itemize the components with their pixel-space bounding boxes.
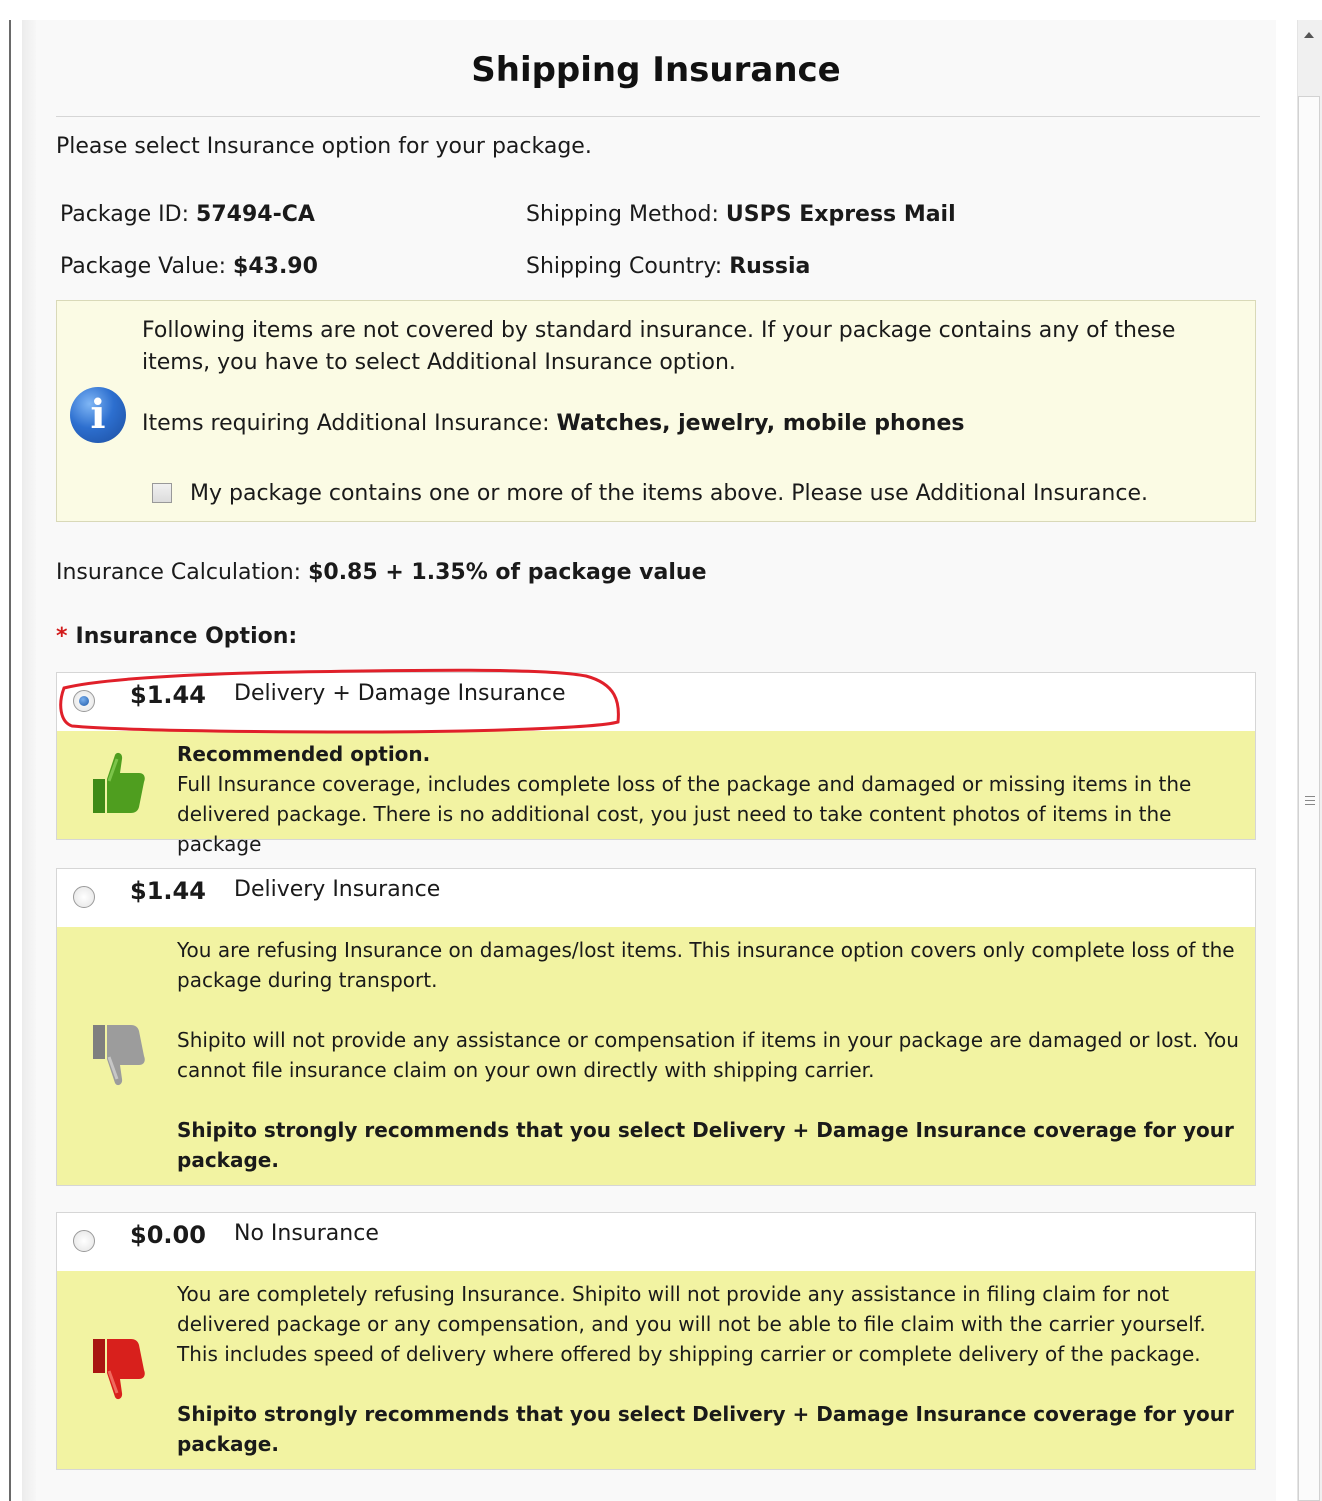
page-title: Shipping Insurance xyxy=(471,50,841,90)
option-delivery-price: $1.44 xyxy=(130,877,206,905)
option-no-insurance-radio[interactable] xyxy=(73,1230,95,1252)
option-delivery-desc-2: Shipito will not provide any assistance … xyxy=(177,1028,1239,1082)
package-id-label: Package ID: xyxy=(60,202,190,227)
package-id: Package ID: 57494-CA xyxy=(60,202,315,227)
shipping-method-value: USPS Express Mail xyxy=(725,202,956,227)
insurance-calculation-label: Insurance Calculation: xyxy=(56,560,302,585)
required-star: * xyxy=(56,624,68,649)
info-icon: i xyxy=(70,387,126,443)
notice-items-value: Watches, jewelry, mobile phones xyxy=(556,411,965,436)
window-edge xyxy=(9,20,11,1501)
option-no-insurance-price: $0.00 xyxy=(130,1221,206,1249)
shipping-country-value: Russia xyxy=(729,254,811,279)
notice-items-label: Items requiring Additional Insurance: xyxy=(142,411,550,436)
option-delivery-radio[interactable] xyxy=(73,886,95,908)
insurance-calculation: Insurance Calculation: $0.85 + 1.35% of … xyxy=(56,560,707,585)
additional-insurance-notice: i Following items are not covered by sta… xyxy=(56,300,1256,522)
option-delivery-header[interactable]: $1.44 Delivery Insurance xyxy=(57,869,1255,927)
thumbs-down-red-icon xyxy=(93,1339,145,1400)
window-shadow xyxy=(22,20,36,1501)
option-delivery[interactable]: $1.44 Delivery Insurance You are refusin… xyxy=(56,868,1256,1186)
option-no-insurance-name[interactable]: No Insurance xyxy=(234,1221,379,1246)
shipping-method: Shipping Method: USPS Express Mail xyxy=(526,202,956,227)
intro-text: Please select Insurance option for your … xyxy=(56,134,592,159)
option-delivery-damage-text: Recommended option. Full Insurance cover… xyxy=(177,739,1239,859)
package-id-value: 57494-CA xyxy=(196,202,315,227)
option-no-insurance-description: You are completely refusing Insurance. S… xyxy=(57,1271,1255,1469)
insurance-option-heading: * Insurance Option: xyxy=(56,624,297,649)
option-no-insurance-header[interactable]: $0.00 No Insurance xyxy=(57,1213,1255,1271)
option-delivery-name[interactable]: Delivery Insurance xyxy=(234,877,440,902)
shipping-country-label: Shipping Country: xyxy=(526,254,723,279)
option-no-insurance[interactable]: $0.00 No Insurance You are completely re… xyxy=(56,1212,1256,1470)
package-value-label: Package Value: xyxy=(60,254,227,279)
shipping-country: Shipping Country: Russia xyxy=(526,254,810,279)
additional-insurance-checkbox-label[interactable]: My package contains one or more of the i… xyxy=(190,481,1148,506)
option-no-insurance-warning-text: Shipito strongly recommends that you sel… xyxy=(177,1402,1234,1456)
shipping-insurance-dialog: Shipping Insurance Please select Insuran… xyxy=(36,20,1276,1501)
option-delivery-warning-text: Shipito strongly recommends that you sel… xyxy=(177,1118,1234,1172)
option-delivery-damage-desc: Full Insurance coverage, includes comple… xyxy=(177,772,1192,856)
notice-items: Items requiring Additional Insurance: Wa… xyxy=(142,411,964,436)
option-delivery-warning: Shipito strongly recommends that you sel… xyxy=(177,1115,1239,1175)
thumbs-up-icon xyxy=(93,752,145,813)
option-delivery-description: You are refusing Insurance on damages/lo… xyxy=(57,927,1255,1185)
shipping-method-label: Shipping Method: xyxy=(526,202,719,227)
option-delivery-desc-1: You are refusing Insurance on damages/lo… xyxy=(177,938,1235,992)
option-no-insurance-desc: You are completely refusing Insurance. S… xyxy=(177,1282,1206,1366)
scrollbar-grip-icon xyxy=(1305,796,1315,806)
package-value: Package Value: $43.90 xyxy=(60,254,318,279)
scroll-up-arrow-icon[interactable] xyxy=(1304,32,1314,38)
thumbs-down-gray-icon xyxy=(93,1025,145,1086)
title-divider xyxy=(56,116,1260,117)
insurance-calculation-value: $0.85 + 1.35% of package value xyxy=(308,560,707,585)
option-no-insurance-warning: Shipito strongly recommends that you sel… xyxy=(177,1399,1239,1459)
insurance-option-heading-text: Insurance Option: xyxy=(75,624,298,649)
package-value-amount: $43.90 xyxy=(233,254,318,279)
additional-insurance-checkbox[interactable] xyxy=(152,483,172,503)
notice-text: Following items are not covered by stand… xyxy=(142,318,1176,375)
annotation-ring xyxy=(59,668,620,734)
